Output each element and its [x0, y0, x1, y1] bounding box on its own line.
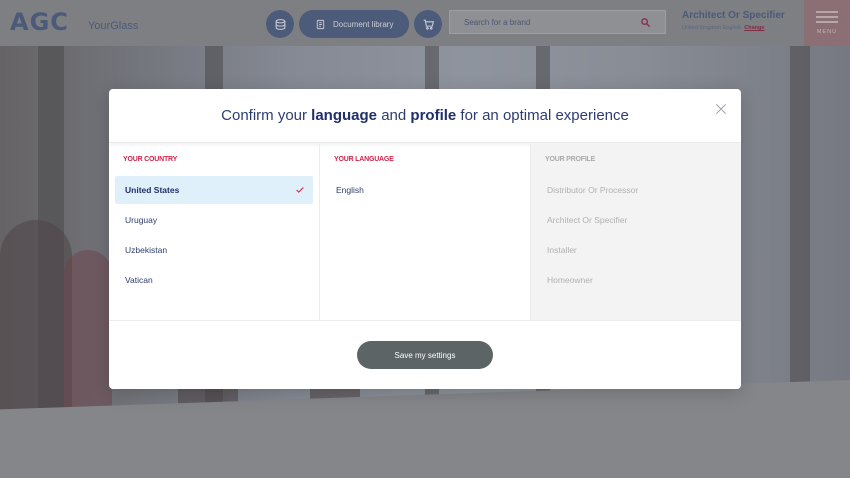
country-option-vatican[interactable]: Vatican: [115, 266, 313, 294]
profile-option-installer: Installer: [537, 236, 735, 264]
agc-logo[interactable]: AGC: [10, 8, 69, 36]
modal-footer: Save my settings: [109, 321, 741, 389]
option-label: Installer: [547, 245, 577, 255]
option-label: Vatican: [125, 275, 153, 285]
menu-button[interactable]: MENU: [804, 0, 850, 46]
option-label: Uzbekistan: [125, 245, 168, 255]
title-profile: profile: [410, 107, 457, 124]
option-label: Architect Or Specifier: [547, 215, 628, 225]
layers-button[interactable]: [266, 10, 294, 38]
modal-title: Confirm your language and profile for an…: [221, 107, 629, 124]
profile-heading: YOUR PROFILE: [545, 156, 596, 163]
profile-column: YOUR PROFILE Distributor Or Processor Ar…: [531, 144, 741, 320]
cart-icon: [423, 19, 434, 30]
settings-columns: YOUR COUNTRY United States Uruguay Uzbek…: [109, 144, 741, 321]
title-language: language: [311, 107, 378, 124]
locale-text: United Kingdom English: [682, 25, 741, 31]
country-option-united-states[interactable]: United States: [115, 176, 313, 204]
layers-icon: [275, 18, 285, 30]
language-heading: YOUR LANGUAGE: [334, 156, 394, 163]
site-header: AGC YourGlass Document library Architect…: [0, 0, 850, 46]
save-settings-button[interactable]: Save my settings: [357, 341, 493, 369]
title-text: for an optimal experience: [456, 107, 629, 124]
check-icon: [296, 187, 304, 193]
language-option-english[interactable]: English: [326, 176, 524, 204]
option-label: Uruguay: [125, 215, 158, 225]
country-heading: YOUR COUNTRY: [123, 156, 178, 163]
current-locale: United Kingdom English Change: [682, 25, 764, 31]
option-label: English: [336, 185, 364, 195]
search-input[interactable]: [464, 17, 614, 27]
hamburger-icon-bar: [816, 21, 838, 23]
document-library-button[interactable]: Document library: [299, 10, 409, 38]
country-option-uzbekistan[interactable]: Uzbekistan: [115, 236, 313, 264]
close-icon[interactable]: [713, 101, 729, 117]
option-label: United States: [125, 185, 180, 195]
country-column: YOUR COUNTRY United States Uruguay Uzbek…: [109, 144, 320, 320]
language-column: YOUR LANGUAGE English: [320, 144, 531, 320]
document-library-label: Document library: [333, 19, 394, 29]
hamburger-icon: [816, 11, 838, 13]
option-label: Homeowner: [547, 275, 593, 285]
menu-label: MENU: [816, 29, 838, 35]
title-text: and: [377, 107, 411, 124]
option-label: Distributor Or Processor: [547, 185, 639, 195]
brand-search: [449, 10, 666, 34]
profile-option-distributor: Distributor Or Processor: [537, 176, 735, 204]
document-icon: [316, 19, 325, 29]
change-link[interactable]: Change: [744, 25, 764, 31]
search-icon[interactable]: [640, 17, 651, 28]
hamburger-icon-bar: [816, 16, 838, 18]
brand-name[interactable]: YourGlass: [88, 20, 138, 32]
cart-button[interactable]: [414, 10, 442, 38]
profile-option-homeowner: Homeowner: [537, 266, 735, 294]
title-text: Confirm your: [221, 107, 312, 124]
profile-option-architect: Architect Or Specifier: [537, 206, 735, 234]
modal-header: Confirm your language and profile for an…: [109, 89, 741, 143]
country-option-uruguay[interactable]: Uruguay: [115, 206, 313, 234]
settings-modal: Confirm your language and profile for an…: [109, 89, 741, 389]
current-profile: Architect Or Specifier: [682, 10, 785, 21]
